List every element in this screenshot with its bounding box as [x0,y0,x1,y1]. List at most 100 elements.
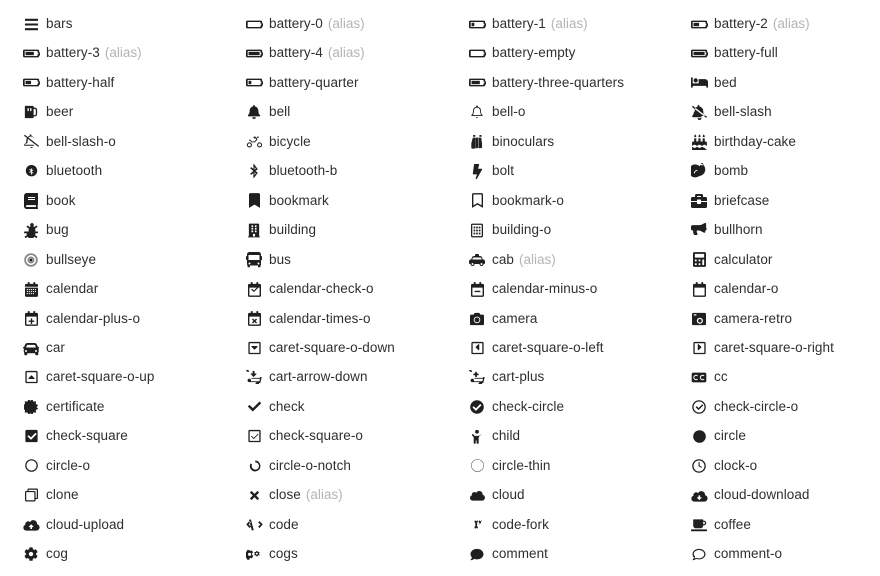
icon-name-label: bars [46,16,73,31]
icon-list-item[interactable]: calendar-minus-o [466,278,597,300]
icon-list-item[interactable]: bell [243,101,290,123]
bolt-icon [466,161,488,181]
icon-list-item[interactable]: bluetooth [20,160,102,182]
icon-list-item[interactable]: check-square [20,425,128,447]
icon-name-label: caret-square-o-left [492,339,604,355]
icon-list-item[interactable]: circle-o-notch [243,455,351,477]
building-o-icon [466,220,488,240]
binoculars-icon [466,132,488,152]
code-icon [243,515,265,535]
icon-list-item[interactable]: bug [20,219,69,241]
check-circle-o-icon [688,397,710,417]
icon-list-item[interactable]: comment [466,543,548,565]
icon-list-item[interactable]: cloud-upload [20,514,124,536]
icon-list-item[interactable]: cloud [466,484,525,506]
icon-list-item[interactable]: bell-o [466,101,525,123]
icon-list-item[interactable]: calendar [20,278,98,300]
check-circle-icon [466,397,488,417]
icon-list-item[interactable]: car [20,337,65,359]
icon-list-item[interactable]: calendar-plus-o [20,308,140,330]
icon-list-item[interactable]: calendar-check-o [243,278,374,300]
icon-list-item[interactable]: caret-square-o-left [466,337,604,359]
icon-name-label: caret-square-o-down [269,339,395,355]
icon-list-item[interactable]: bicycle [243,131,311,153]
icon-list-item[interactable]: camera-retro [688,308,792,330]
caret-square-o-down-icon [243,338,265,358]
icon-list-item[interactable]: camera [466,308,537,330]
icon-list-item[interactable]: book [20,190,76,212]
icon-list-item[interactable]: battery-half [20,72,114,94]
icon-name-label: calculator [714,251,773,267]
icon-list-item[interactable]: bullseye [20,249,96,271]
icon-list-item[interactable]: battery-2 (alias) [688,13,810,35]
icon-list-item[interactable]: caret-square-o-right [688,337,834,359]
icon-list-item[interactable]: bolt [466,160,514,182]
icon-list-item[interactable]: caret-square-o-down [243,337,395,359]
icon-list-item[interactable]: battery-three-quarters [466,72,624,94]
icon-list-item[interactable]: cc [688,366,728,388]
briefcase-icon [688,191,710,211]
icon-list-item[interactable]: cart-plus [466,366,544,388]
icon-name-label: comment [492,546,548,562]
icon-list-item[interactable]: bluetooth-b [243,160,337,182]
icon-list-item[interactable]: briefcase [688,190,769,212]
caret-square-o-left-icon [466,338,488,358]
icon-list-item[interactable]: cab (alias) [466,249,556,271]
icon-list-item[interactable]: cloud-download [688,484,810,506]
icon-list-item[interactable]: bed [688,72,737,94]
icon-list-item[interactable]: calendar-times-o [243,308,371,330]
icon-list-item[interactable]: circle-o [20,455,90,477]
icon-alias-label: (alias) [772,16,810,31]
icon-name-label: circle-thin [492,457,551,473]
icon-list-item[interactable]: circle [688,425,746,447]
icon-name-label: battery-3 [46,45,100,61]
icon-name-label: calendar-plus-o [46,310,141,326]
icon-list-item[interactable]: bookmark [243,190,329,212]
icon-list-item[interactable]: calendar-o [688,278,778,300]
icon-alias-label: (alias) [518,251,556,267]
icon-list-item[interactable]: check-square-o [243,425,363,447]
icon-list-item[interactable]: check-circle-o [688,396,798,418]
icon-list-item[interactable]: check-circle [466,396,564,418]
cog-icon [20,544,42,564]
icon-list-item[interactable]: bus [243,249,291,271]
icon-list-item[interactable]: child [466,425,520,447]
icon-name-label: car [46,339,65,355]
icon-list-item[interactable]: comment-o [688,543,782,565]
icon-name-label: battery-half [46,74,115,90]
icon-list-item[interactable]: clone [20,484,79,506]
icon-list-item[interactable]: bookmark-o [466,190,564,212]
icon-list-item[interactable]: circle-thin [466,455,551,477]
circle-icon [688,426,710,446]
icon-list-item[interactable]: building-o [466,219,551,241]
battery-2-icon [688,14,710,34]
icon-list-item[interactable]: cogs [243,543,298,565]
icon-list-item[interactable]: building [243,219,316,241]
icon-list-item[interactable]: battery-empty [466,42,575,64]
icon-list-item[interactable]: bell-slash-o [20,131,116,153]
icon-list-item[interactable]: certificate [20,396,105,418]
icon-list-item[interactable]: binoculars [466,131,554,153]
icon-list-item[interactable]: clock-o [688,455,757,477]
icon-list-item[interactable]: code-fork [466,514,549,536]
icon-list-item[interactable]: bullhorn [688,219,763,241]
icon-list-item[interactable]: code [243,514,299,536]
icon-list-item[interactable]: bomb [688,160,748,182]
icon-list-item[interactable]: coffee [688,514,751,536]
icon-list-item[interactable]: battery-4 (alias) [243,42,365,64]
icon-list-item[interactable]: battery-1 (alias) [466,13,588,35]
icon-list-item[interactable]: caret-square-o-up [20,366,154,388]
icon-list-item[interactable]: cog [20,543,68,565]
icon-list-item[interactable]: bell-slash [688,101,772,123]
icon-list-item[interactable]: close (alias) [243,484,343,506]
icon-list-item[interactable]: check [243,396,305,418]
icon-list-item[interactable]: birthday-cake [688,131,796,153]
icon-list-item[interactable]: beer [20,101,73,123]
icon-list-item[interactable]: battery-3 (alias) [20,42,142,64]
icon-list-item[interactable]: cart-arrow-down [243,366,368,388]
icon-list-item[interactable]: calculator [688,249,772,271]
icon-list-item[interactable]: battery-0 (alias) [243,13,365,35]
icon-list-item[interactable]: battery-quarter [243,72,359,94]
icon-list-item[interactable]: battery-full [688,42,778,64]
icon-list-item[interactable]: bars [20,13,73,35]
